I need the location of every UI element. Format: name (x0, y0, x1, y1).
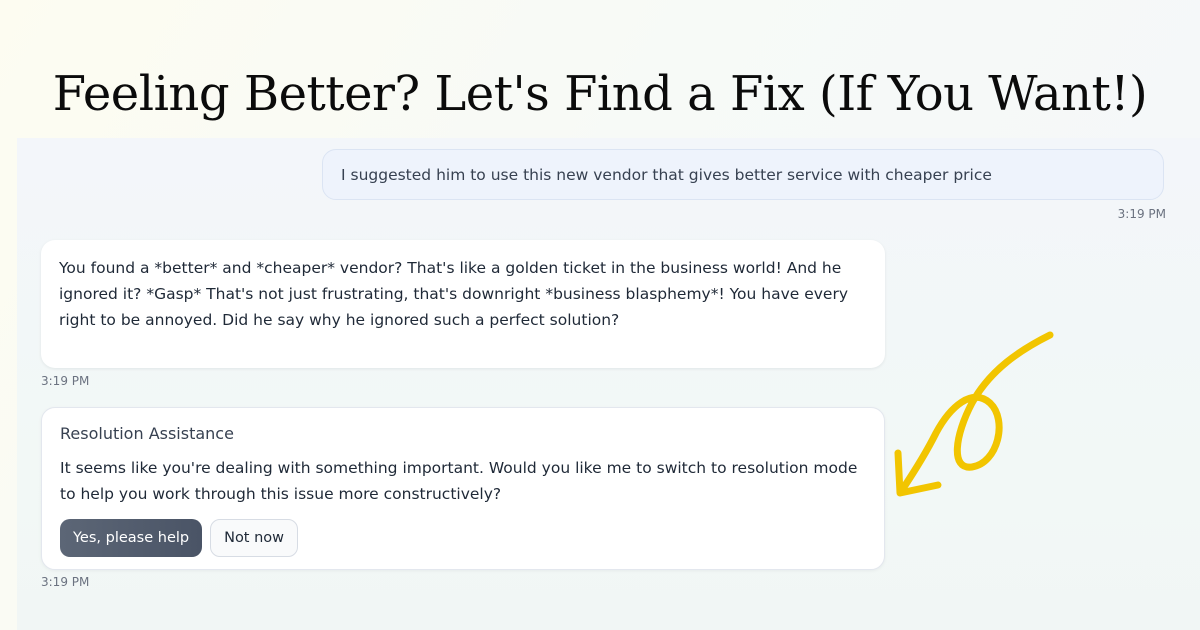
user-message-timestamp: 3:19 PM (1117, 207, 1166, 221)
resolution-actions: Yes, please help Not now (60, 519, 299, 557)
user-message-text: I suggested him to use this new vendor t… (341, 165, 992, 184)
resolution-card-title: Resolution Assistance (60, 424, 234, 443)
assistant-message-bubble: You found a *better* and *cheaper* vendo… (41, 240, 885, 368)
arrow-stroke (898, 331, 1054, 494)
resolution-card-text: It seems like you're dealing with someth… (60, 459, 858, 503)
page-headline: Feeling Better? Let's Find a Fix (If You… (52, 66, 1148, 122)
assistant-message-timestamp: 3:19 PM (41, 374, 90, 388)
user-message-bubble: I suggested him to use this new vendor t… (322, 149, 1164, 200)
curved-arrow-icon (894, 331, 1054, 497)
not-now-button[interactable]: Not now (210, 519, 299, 557)
resolution-assistance-card: Resolution Assistance It seems like you'… (41, 407, 885, 570)
assistant-message-text: You found a *better* and *cheaper* vendo… (59, 259, 849, 329)
resolution-card-timestamp: 3:19 PM (41, 575, 90, 589)
yes-please-help-button[interactable]: Yes, please help (60, 519, 203, 557)
